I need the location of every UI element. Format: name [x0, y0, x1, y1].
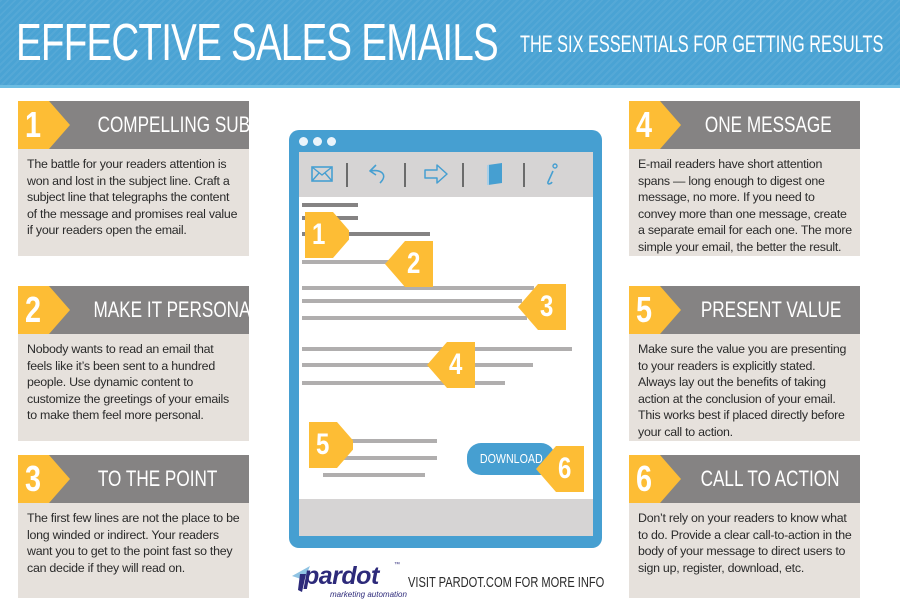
marker-label: 5	[316, 428, 330, 461]
card-body: The battle for your readers attention is…	[18, 149, 249, 256]
card-title-text: ONE MESSAGE	[705, 112, 832, 137]
envelope-icon[interactable]	[309, 161, 335, 187]
card-title-text: CALL TO ACTION	[700, 466, 840, 491]
card-header: 4 ONE MESSAGE	[629, 101, 860, 149]
marker-5: 5	[309, 422, 353, 468]
number-badge: 6	[629, 455, 681, 503]
marker-3: 3	[518, 284, 566, 330]
message-line	[302, 363, 533, 367]
marker-label: 6	[558, 452, 572, 485]
card-body: The first few lines are not the place to…	[18, 503, 249, 598]
essential-card-5: 5 PRESENT VALUE Make sure the value you …	[629, 286, 860, 441]
intro-line	[302, 316, 527, 320]
page-title: EFFECTIVE SALES EMAILS	[16, 14, 499, 72]
card-body: Don’t rely on your readers to know what …	[629, 503, 860, 598]
visit-website-link[interactable]: VISIT PARDOT.COM FOR MORE INFO	[408, 574, 604, 592]
window-dot	[299, 137, 308, 146]
card-title: PRESENT VALUE	[681, 296, 856, 324]
pardot-logo[interactable]: pardot ™ marketing automation	[290, 560, 407, 604]
email-body-canvas: 1 2 3 4 5 DOWNLOAD 6	[299, 197, 593, 499]
marker-label: 4	[449, 348, 463, 381]
card-title: MAKE IT PERSONAL	[70, 296, 260, 324]
header-line	[302, 203, 358, 207]
toolbar-divider	[462, 163, 464, 187]
number-label: 3	[25, 458, 42, 499]
number-label: 4	[636, 104, 653, 145]
logo-wordmark: pardot	[304, 562, 379, 590]
card-body: E-mail readers have short attention span…	[629, 149, 860, 256]
reply-icon[interactable]	[366, 161, 392, 187]
number-badge: 5	[629, 286, 681, 334]
essential-card-6: 6 CALL TO ACTION Don’t rely on your read…	[629, 455, 860, 598]
card-body: Make sure the value you are presenting t…	[629, 334, 860, 441]
email-window-illustration: 1 2 3 4 5 DOWNLOAD 6	[289, 130, 602, 548]
download-label: DOWNLOAD	[479, 451, 543, 466]
value-line	[323, 473, 425, 477]
logo-trademark: ™	[394, 562, 400, 568]
number-label: 1	[25, 104, 42, 145]
card-header: 1 COMPELLING SUBJECT	[18, 101, 293, 149]
number-badge: 1	[18, 101, 70, 149]
essential-card-2: 2 MAKE IT PERSONAL Nobody wants to read …	[18, 286, 260, 441]
toolbar-divider	[523, 163, 525, 187]
number-badge: 2	[18, 286, 70, 334]
marker-2: 2	[385, 241, 433, 287]
window-dot	[327, 137, 336, 146]
card-header: 3 TO THE POINT	[18, 455, 249, 503]
number-label: 2	[25, 289, 42, 330]
number-badge: 4	[629, 101, 681, 149]
card-title-text: MAKE IT PERSONAL	[93, 297, 261, 322]
toolbar-divider	[346, 163, 348, 187]
marker-label: 1	[312, 218, 326, 251]
number-badge: 3	[18, 455, 70, 503]
book-icon[interactable]	[482, 161, 508, 187]
card-body: Nobody wants to read an email that feels…	[18, 334, 249, 441]
card-header: 5 PRESENT VALUE	[629, 286, 860, 334]
message-line	[302, 347, 572, 351]
card-title-text: TO THE POINT	[97, 466, 218, 491]
card-title-text: PRESENT VALUE	[700, 297, 842, 322]
marker-label: 3	[540, 290, 554, 323]
essential-card-4: 4 ONE MESSAGE E-mail readers have short …	[629, 101, 860, 256]
email-toolbar	[299, 152, 593, 197]
forward-arrow-icon[interactable]	[423, 161, 449, 187]
card-title: CALL TO ACTION	[681, 465, 856, 493]
intro-line	[302, 299, 522, 303]
card-header: 2 MAKE IT PERSONAL	[18, 286, 260, 334]
number-label: 6	[636, 458, 653, 499]
header-banner: EFFECTIVE SALES EMAILS THE SIX ESSENTIAL…	[0, 0, 900, 88]
marker-label: 2	[407, 247, 421, 280]
logo-tagline: marketing automation	[330, 590, 407, 599]
window-dot	[313, 137, 322, 146]
card-header: 6 CALL TO ACTION	[629, 455, 860, 503]
info-icon[interactable]	[539, 161, 565, 187]
card-title-text: COMPELLING SUBJECT	[97, 112, 294, 137]
essential-card-3: 3 TO THE POINT The first few lines are n…	[18, 455, 249, 598]
number-label: 5	[636, 289, 653, 330]
email-footer-area	[299, 499, 593, 536]
card-title: ONE MESSAGE	[681, 111, 856, 139]
essential-card-1: 1 COMPELLING SUBJECT The battle for your…	[18, 101, 293, 256]
card-title: COMPELLING SUBJECT	[70, 111, 293, 139]
card-title: TO THE POINT	[70, 465, 245, 493]
page-subtitle: THE SIX ESSENTIALS FOR GETTING RESULTS	[520, 31, 884, 58]
toolbar-divider	[404, 163, 406, 187]
